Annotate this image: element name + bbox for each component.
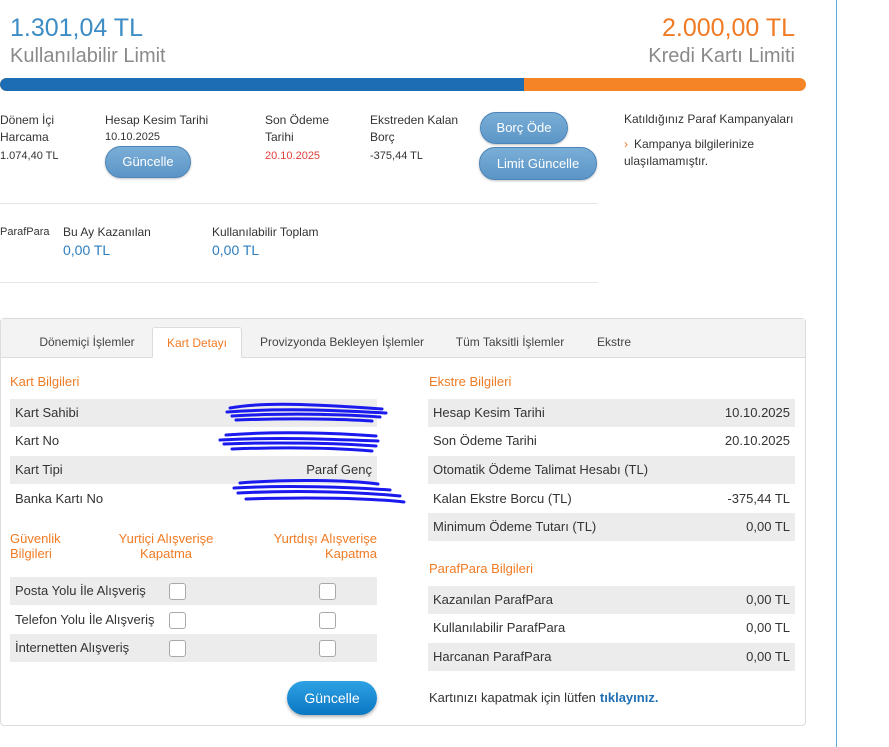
- remaining-statement-debt-value: -375,44 TL: [727, 491, 790, 506]
- card-info-title: Kart Bilgileri: [10, 374, 80, 389]
- available-parafpara-value: 0,00 TL: [746, 620, 790, 635]
- parafpara-row: Kazanılan ParafPara 0,00 TL: [428, 586, 795, 614]
- available-limit: 1.301,04 TL Kullanılabilir Limit: [10, 14, 166, 70]
- security-title: Güvenlik Bilgileri: [10, 531, 61, 561]
- minimum-payment-value: 0,00 TL: [746, 519, 790, 534]
- campaigns-title: Katıldığınız Paraf Kampanyaları: [624, 112, 794, 126]
- period-spend-value: 1.074,40 TL: [0, 150, 59, 162]
- phone-order-label: Telefon Yolu İle Alışveriş: [15, 612, 155, 627]
- internet-domestic-checkbox[interactable]: [169, 640, 186, 657]
- auto-payment-label: Otomatik Ödeme Talimat Hesabı (TL): [433, 462, 649, 477]
- statement-date: Hesap Kesim Tarihi 10.10.2025: [105, 112, 245, 146]
- spent-parafpara-label: Harcanan ParafPara: [433, 649, 552, 664]
- phone-order-abroad-checkbox[interactable]: [319, 612, 336, 629]
- campaigns-message-text: Kampanya bilgilerinize ulaşılamamıştır.: [624, 137, 755, 168]
- divider: [0, 203, 598, 204]
- parafpara-row: Harcanan ParafPara 0,00 TL: [428, 643, 795, 671]
- period-spend: Dönem İçi Harcama 1.074,40 TL: [0, 112, 80, 165]
- tab-installments[interactable]: Tüm Taksitli İşlemler: [442, 327, 578, 358]
- mail-order-abroad-checkbox[interactable]: [319, 583, 336, 600]
- due-date: Son Ödeme Tarihi 20.10.2025: [265, 112, 345, 165]
- statement-row: Minimum Ödeme Tutarı (TL) 0,00 TL: [428, 513, 795, 541]
- parafpara-label: ParafPara: [0, 226, 50, 238]
- credit-limit-amount: 2.000,00 TL: [662, 14, 795, 42]
- tab-pending-provisions[interactable]: Provizyonda Bekleyen İşlemler: [249, 327, 435, 358]
- close-card-link[interactable]: tıklayınız.: [600, 690, 659, 705]
- statement-info-title: Ekstre Bilgileri: [429, 374, 512, 389]
- mail-order-label: Posta Yolu İle Alışveriş: [15, 583, 146, 598]
- tab-bar: Dönemiçi İşlemler Kart Detayı Provizyond…: [1, 319, 805, 358]
- parafpara-earned-label: Bu Ay Kazanılan: [63, 225, 151, 239]
- due-date-row-label: Son Ödeme Tarihi: [433, 433, 537, 448]
- tab-card-details[interactable]: Kart Detayı: [152, 327, 242, 358]
- update-statement-button[interactable]: Güncelle: [105, 146, 191, 178]
- close-card-message: Kartınızı kapatmak için lütfen tıklayınız…: [429, 690, 658, 705]
- statement-row: Hesap Kesim Tarihi 10.10.2025: [428, 399, 795, 427]
- right-divider: [836, 0, 837, 747]
- phone-order-domestic-checkbox[interactable]: [169, 612, 186, 629]
- statement-row: Son Ödeme Tarihi 20.10.2025: [428, 427, 795, 455]
- update-security-button[interactable]: Güncelle: [287, 681, 377, 715]
- card-type-label: Kart Tipi: [15, 462, 63, 477]
- period-spend-label: Dönem İçi Harcama: [0, 113, 55, 144]
- chevron-right-icon: ›: [624, 137, 628, 151]
- tab-statement[interactable]: Ekstre: [585, 327, 643, 358]
- statement-date-value: 10.10.2025: [105, 131, 161, 143]
- close-card-text: Kartınızı kapatmak için lütfen: [429, 690, 596, 705]
- due-date-value: 20.10.2025: [265, 150, 321, 162]
- statement-row: Otomatik Ödeme Talimat Hesabı (TL): [428, 456, 795, 484]
- due-date-row-value: 20.10.2025: [724, 433, 790, 448]
- redaction-scribble: [225, 402, 388, 423]
- parafpara-total-value: 0,00 TL: [212, 242, 260, 258]
- minimum-payment-label: Minimum Ödeme Tutarı (TL): [433, 519, 597, 534]
- parafpara-total-label: Kullanılabilir Toplam: [212, 225, 319, 239]
- statement-row: Kalan Ekstre Borcu (TL) -375,44 TL: [428, 485, 795, 513]
- statement-date-row-value: 10.10.2025: [724, 405, 790, 420]
- card-holder-label: Kart Sahibi: [15, 405, 79, 420]
- internet-shopping-label: İnternetten Alışveriş: [15, 640, 130, 655]
- pay-debt-button[interactable]: Borç Öde: [480, 112, 568, 144]
- remaining-debt-value: -375,44 TL: [370, 150, 424, 162]
- remaining-debt: Ekstreden Kalan Borç -375,44 TL: [370, 112, 470, 165]
- card-number-label: Kart No: [15, 433, 60, 448]
- domestic-column-header: Yurtiçi Alışverişe Kapatma: [118, 531, 214, 561]
- limit-progress-fill: [0, 78, 524, 91]
- limit-update-button[interactable]: Limit Güncelle: [479, 147, 597, 180]
- remaining-debt-label: Ekstreden Kalan Borç: [370, 113, 459, 144]
- parafpara-row: Kullanılabilir ParafPara 0,00 TL: [428, 614, 795, 642]
- parafpara-earned-value: 0,00 TL: [63, 242, 111, 258]
- mail-order-domestic-checkbox[interactable]: [169, 583, 186, 600]
- spent-parafpara-value: 0,00 TL: [746, 649, 790, 664]
- credit-limit-label: Kredi Kartı Limiti: [648, 45, 795, 67]
- internet-abroad-checkbox[interactable]: [319, 640, 336, 657]
- due-date-label: Son Ödeme Tarihi: [265, 113, 330, 144]
- debit-card-number-label: Banka Kartı No: [15, 491, 104, 506]
- redaction-scribble: [218, 431, 380, 453]
- statement-date-row-label: Hesap Kesim Tarihi: [433, 405, 545, 420]
- campaigns-message: › Kampanya bilgilerinize ulaşılamamıştır.: [624, 136, 814, 170]
- abroad-column-header: Yurtdışı Alışverişe Kapatma: [273, 531, 377, 561]
- credit-limit: 2.000,00 TL Kredi Kartı Limiti: [648, 14, 795, 70]
- redaction-scribble: [232, 478, 406, 504]
- tab-period-transactions[interactable]: Dönemiçi İşlemler: [25, 327, 149, 358]
- available-limit-amount: 1.301,04 TL: [10, 14, 143, 42]
- earned-parafpara-label: Kazanılan ParafPara: [433, 592, 553, 607]
- earned-parafpara-value: 0,00 TL: [746, 592, 790, 607]
- divider: [0, 282, 598, 283]
- statement-date-label: Hesap Kesim Tarihi: [105, 113, 209, 127]
- parafpara-info-title: ParafPara Bilgileri: [429, 561, 534, 576]
- remaining-statement-debt-label: Kalan Ekstre Borcu (TL): [433, 491, 572, 506]
- limit-progress-bar: [0, 78, 806, 91]
- available-limit-label: Kullanılabilir Limit: [10, 45, 166, 67]
- available-parafpara-label: Kullanılabilir ParafPara: [433, 620, 566, 635]
